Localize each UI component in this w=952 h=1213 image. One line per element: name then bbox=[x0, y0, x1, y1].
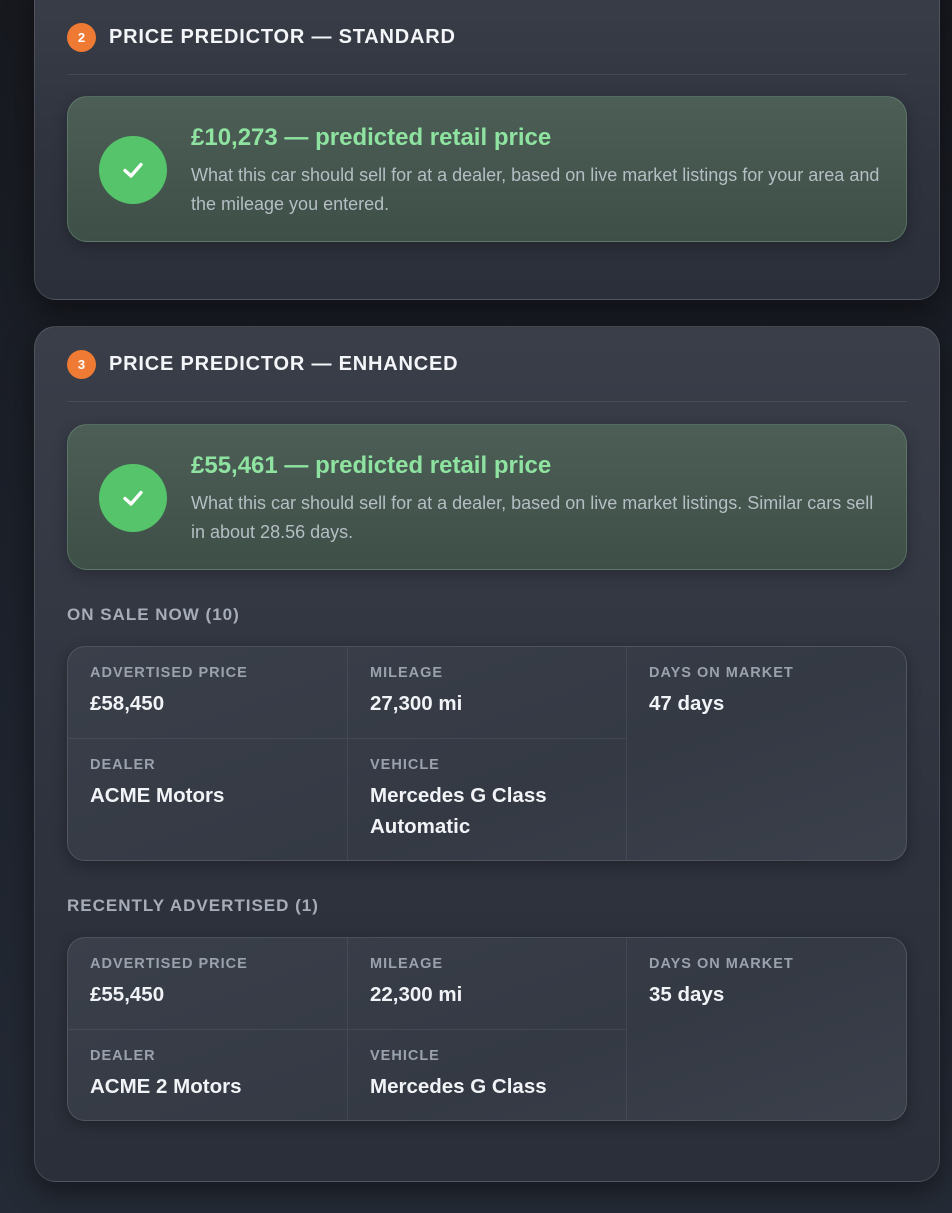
mileage-cell: MILEAGE 27,300 mi bbox=[348, 647, 627, 739]
advertised-price: £55,450 bbox=[90, 983, 165, 1006]
vehicle-cell: VEHICLE Mercedes G Class Automatic bbox=[348, 739, 627, 860]
mileage-cell: MILEAGE 22,300 mi bbox=[348, 938, 627, 1030]
recently-advertised-heading: RECENTLY ADVERTISED (1) bbox=[67, 896, 319, 915]
listing-card: ADVERTISED PRICE £55,450 MILEAGE 22,300 … bbox=[67, 937, 907, 1121]
cell-label: ADVERTISED PRICE bbox=[90, 665, 248, 681]
vehicle-cell: VEHICLE Mercedes G Class bbox=[348, 1030, 627, 1120]
dealer-cell: DEALER ACME Motors bbox=[68, 739, 348, 860]
days-on-market: 35 days bbox=[649, 983, 725, 1006]
cell-label: MILEAGE bbox=[370, 665, 444, 681]
dealer: ACME 2 Motors bbox=[90, 1075, 242, 1098]
dealer-cell: DEALER ACME 2 Motors bbox=[68, 1030, 348, 1120]
cell-label: VEHICLE bbox=[370, 757, 440, 773]
card-title: PRICE PREDICTOR — STANDARD bbox=[109, 25, 456, 48]
mileage: 27,300 mi bbox=[370, 692, 463, 715]
vehicle: Mercedes G Class bbox=[370, 1075, 547, 1098]
check-icon bbox=[99, 136, 167, 204]
cell-label: DAYS ON MARKET bbox=[649, 665, 794, 681]
cell-label: DEALER bbox=[90, 1048, 156, 1064]
vehicle: Mercedes G Class Automatic bbox=[370, 784, 547, 838]
prediction-result: £10,273 — predicted retail price What th… bbox=[67, 96, 907, 242]
advertised-price-cell: ADVERTISED PRICE £58,450 bbox=[68, 647, 348, 739]
cell-label: VEHICLE bbox=[370, 1048, 440, 1064]
predicted-price: £10,273 — predicted retail price bbox=[191, 124, 552, 151]
prediction-result: £55,461 — predicted retail price What th… bbox=[67, 424, 907, 570]
prediction-description: What this car should sell for at a deale… bbox=[191, 493, 874, 542]
card-header: 3 PRICE PREDICTOR — ENHANCED bbox=[67, 327, 907, 402]
predicted-price: £55,461 — predicted retail price bbox=[191, 452, 552, 479]
step-badge: 3 bbox=[67, 349, 96, 379]
card-title: PRICE PREDICTOR — ENHANCED bbox=[109, 352, 459, 375]
days-on-market: 47 days bbox=[649, 692, 725, 715]
on-sale-heading: ON SALE NOW (10) bbox=[67, 605, 240, 624]
mileage: 22,300 mi bbox=[370, 983, 463, 1006]
dealer: ACME Motors bbox=[90, 784, 225, 807]
prediction-description: What this car should sell for at a deale… bbox=[191, 165, 880, 214]
listing-card: ADVERTISED PRICE £58,450 MILEAGE 27,300 … bbox=[67, 646, 907, 861]
cell-label: DAYS ON MARKET bbox=[649, 956, 794, 972]
advertised-price: £58,450 bbox=[90, 692, 165, 715]
price-predictor-standard-card: 2 PRICE PREDICTOR — STANDARD £10,273 — p… bbox=[34, 0, 940, 300]
advertised-price-cell: ADVERTISED PRICE £55,450 bbox=[68, 938, 348, 1030]
price-predictor-enhanced-card: 3 PRICE PREDICTOR — ENHANCED £55,461 — p… bbox=[34, 326, 940, 1182]
card-header: 2 PRICE PREDICTOR — STANDARD bbox=[67, 0, 907, 75]
cell-label: MILEAGE bbox=[370, 956, 444, 972]
cell-label: DEALER bbox=[90, 757, 156, 773]
days-on-market-cell: DAYS ON MARKET 47 days bbox=[627, 647, 906, 860]
days-on-market-cell: DAYS ON MARKET 35 days bbox=[627, 938, 906, 1120]
step-badge: 2 bbox=[67, 22, 96, 52]
cell-label: ADVERTISED PRICE bbox=[90, 956, 248, 972]
check-icon bbox=[99, 464, 167, 532]
